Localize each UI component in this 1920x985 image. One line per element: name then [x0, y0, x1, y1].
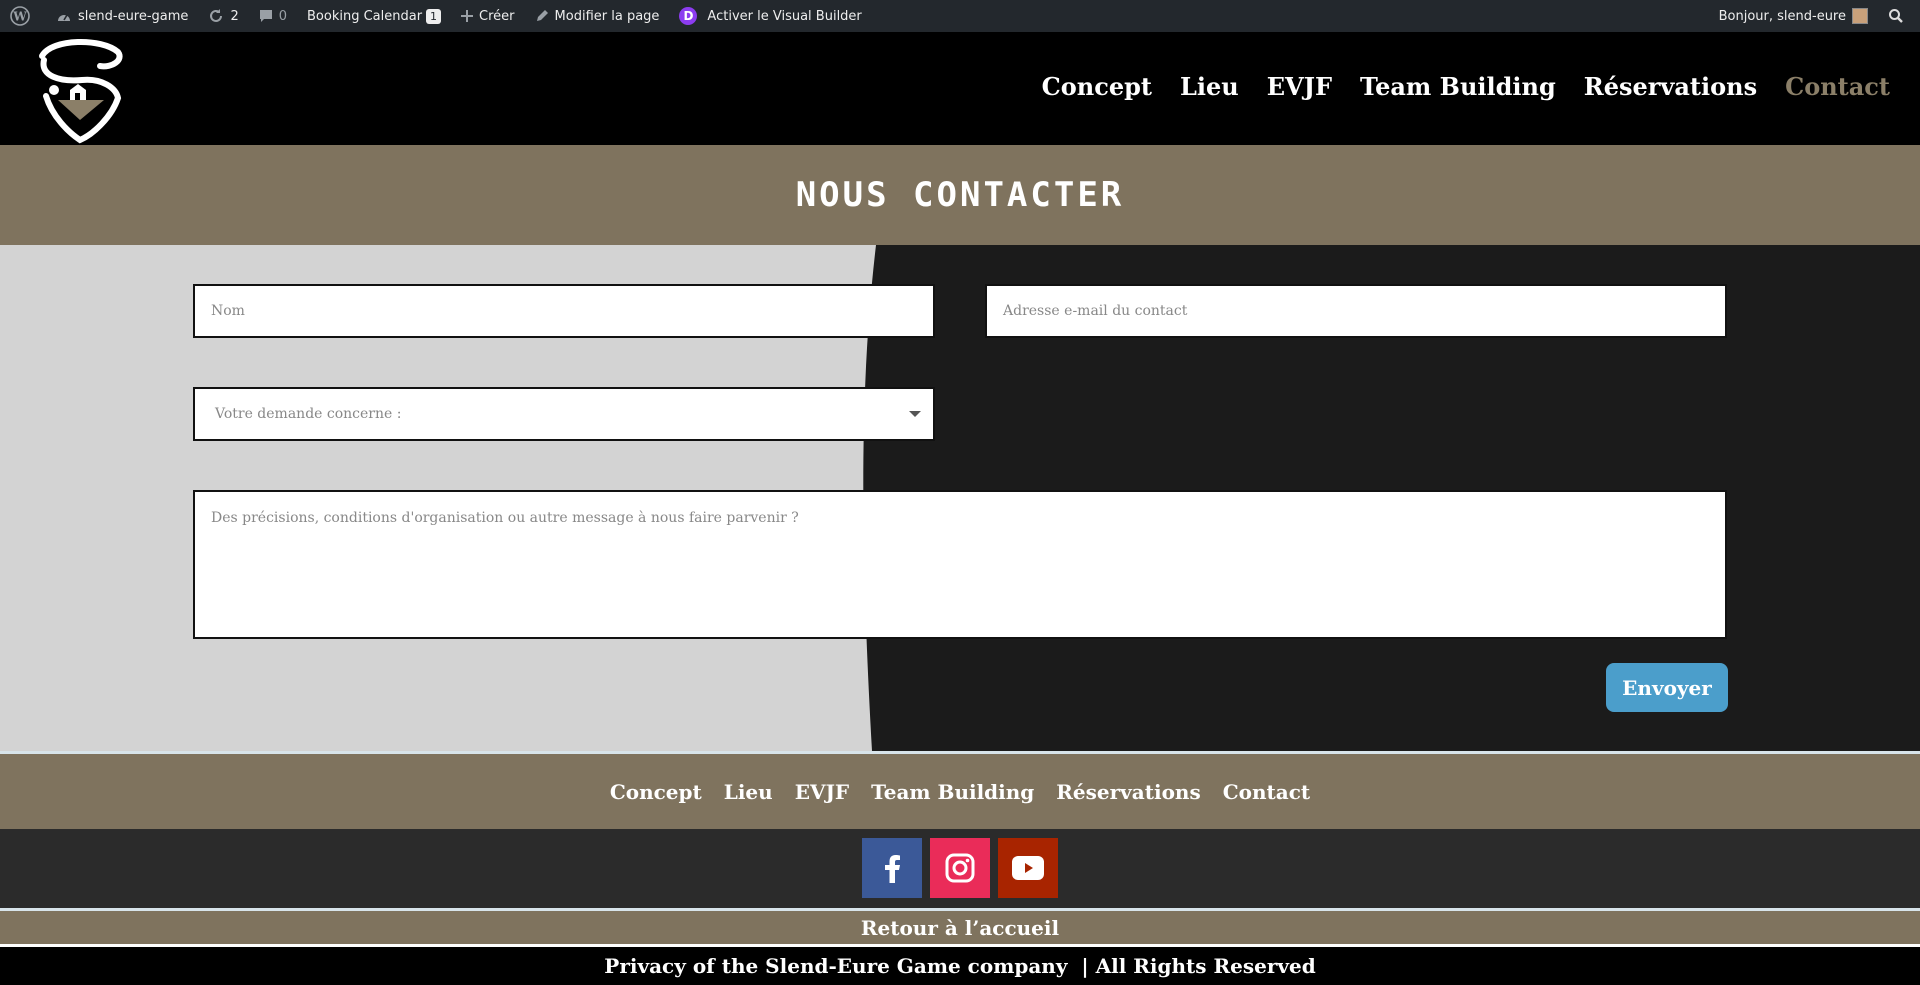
site-logo[interactable] — [32, 36, 132, 144]
nav-link-evjf[interactable]: EVJF — [1267, 72, 1332, 101]
create-link[interactable]: Créer — [451, 0, 524, 32]
footer-link-evjf[interactable]: EVJF — [795, 780, 849, 804]
youtube-button[interactable] — [998, 838, 1058, 898]
nav-link-reservations[interactable]: Réservations — [1584, 72, 1757, 101]
nav-link-concept[interactable]: Concept — [1042, 72, 1152, 101]
visual-builder-link[interactable]: D Activer le Visual Builder — [669, 0, 871, 32]
booking-count-badge: 1 — [426, 8, 442, 24]
footer-navigation: Concept Lieu EVJF Team Building Réservat… — [0, 751, 1920, 829]
wordpress-logo-icon[interactable]: W — [0, 0, 46, 32]
site-name: slend-eure-game — [78, 8, 189, 24]
facebook-button[interactable] — [862, 838, 922, 898]
greeting: Bonjour, slend-eure — [1718, 8, 1846, 24]
social-links — [0, 829, 1920, 908]
footer-link-reservations[interactable]: Réservations — [1056, 780, 1200, 804]
comments-link[interactable]: 0 — [249, 0, 297, 32]
pencil-icon — [536, 10, 548, 21]
footer-link-lieu[interactable]: Lieu — [724, 780, 773, 804]
create-label: Créer — [479, 8, 515, 24]
comments-count: 0 — [278, 8, 287, 24]
site-name-link[interactable]: slend-eure-game — [46, 0, 198, 32]
booking-calendar-label: Booking Calendar — [307, 8, 423, 24]
page-title-band: NOUS CONTACTER — [0, 145, 1920, 245]
send-button[interactable]: Envoyer — [1606, 663, 1728, 712]
comment-icon — [259, 10, 272, 22]
account-link[interactable]: Bonjour, slend-eure — [1709, 0, 1878, 32]
visual-builder-label: Activer le Visual Builder — [707, 8, 862, 24]
contact-form-section: Nom Adresse e-mail du contact Votre dema… — [0, 245, 1920, 751]
search-icon — [1889, 9, 1903, 23]
edit-page-link[interactable]: Modifier la page — [525, 0, 670, 32]
name-field-placeholder: Nom — [211, 303, 245, 319]
refresh-icon — [210, 9, 223, 22]
updates-count: 2 — [230, 8, 239, 24]
youtube-icon — [1012, 856, 1044, 880]
message-textarea[interactable]: Des précisions, conditions d'organisatio… — [193, 490, 1727, 639]
instagram-button[interactable] — [930, 838, 990, 898]
copyright-text: Privacy of the Slend-Eure Game company |… — [604, 954, 1316, 978]
avatar — [1852, 8, 1868, 24]
edit-page-label: Modifier la page — [554, 8, 660, 24]
back-home-link[interactable]: Retour à l’accueil — [0, 908, 1920, 947]
nav-link-lieu[interactable]: Lieu — [1180, 72, 1239, 101]
email-field-placeholder: Adresse e-mail du contact — [1003, 303, 1188, 319]
booking-calendar-link[interactable]: Booking Calendar 1 — [297, 0, 451, 32]
facebook-icon — [885, 855, 900, 883]
plus-icon — [461, 10, 474, 22]
instagram-icon — [945, 853, 975, 883]
footer-link-contact[interactable]: Contact — [1223, 780, 1310, 804]
chevron-down-icon — [909, 411, 921, 417]
footer-link-concept[interactable]: Concept — [610, 780, 702, 804]
nav-link-contact[interactable]: Contact — [1785, 72, 1890, 101]
svg-text:W: W — [12, 10, 27, 24]
back-home-label: Retour à l’accueil — [860, 915, 1060, 940]
name-field[interactable]: Nom — [193, 284, 935, 338]
main-navigation: Concept Lieu EVJF Team Building Réservat… — [1042, 72, 1890, 101]
admin-bar: W slend-eure-game 2 0 Booking Calendar 1… — [0, 0, 1920, 32]
message-textarea-placeholder: Des précisions, conditions d'organisatio… — [211, 510, 799, 526]
dashboard-icon — [58, 14, 70, 21]
topic-select[interactable]: Votre demande concerne : — [193, 387, 935, 441]
copyright-bar: Privacy of the Slend-Eure Game company |… — [0, 947, 1920, 985]
nav-link-team-building[interactable]: Team Building — [1360, 72, 1556, 101]
divi-icon: D — [679, 7, 698, 25]
admin-search-button[interactable] — [1878, 0, 1920, 32]
email-field[interactable]: Adresse e-mail du contact — [985, 284, 1727, 338]
topic-select-placeholder: Votre demande concerne : — [215, 406, 402, 422]
site-header: Concept Lieu EVJF Team Building Réservat… — [0, 32, 1920, 145]
updates-link[interactable]: 2 — [198, 0, 248, 32]
send-button-label: Envoyer — [1622, 675, 1712, 700]
footer-link-team-building[interactable]: Team Building — [871, 780, 1034, 804]
page-title: NOUS CONTACTER — [795, 175, 1125, 215]
